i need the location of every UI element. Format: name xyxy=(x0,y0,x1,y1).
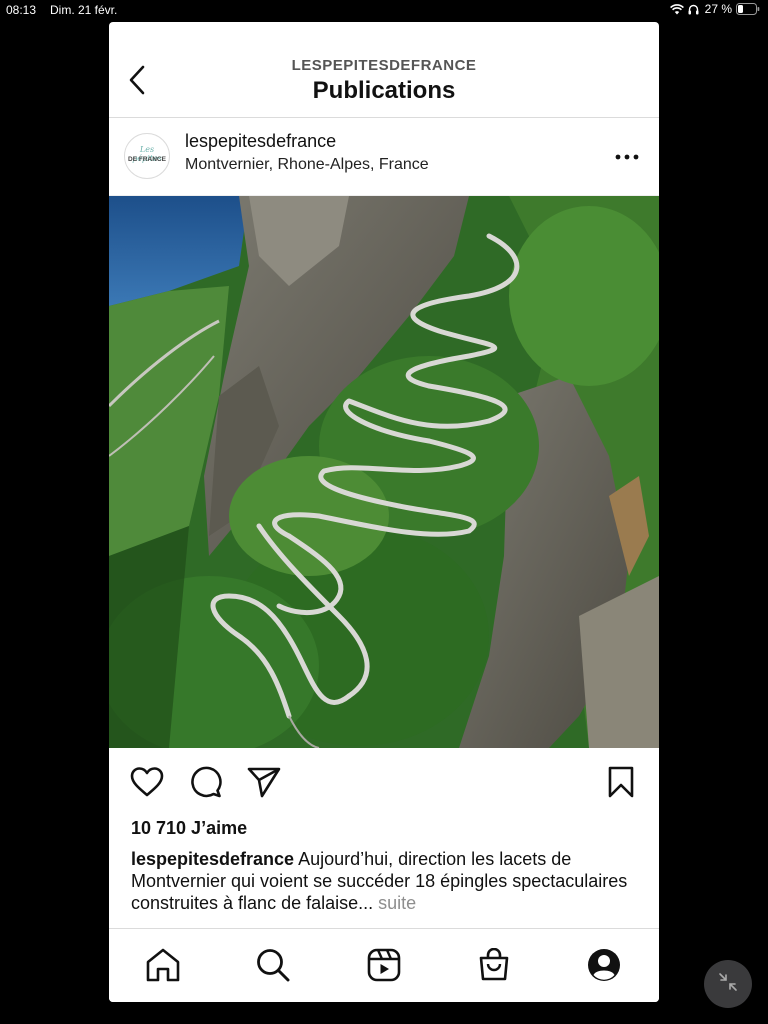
collapse-icon xyxy=(717,971,739,998)
status-time: 08:13 xyxy=(6,3,37,17)
battery-percent: 27 % xyxy=(704,2,732,16)
page-title: Publications xyxy=(312,77,456,104)
nav-home[interactable] xyxy=(143,947,183,987)
home-icon xyxy=(145,948,181,987)
bottom-navigation xyxy=(109,928,659,1002)
caption-more-link[interactable]: suite xyxy=(373,893,416,913)
reels-icon xyxy=(367,948,401,987)
status-bar: 08:13 Dim. 21 févr. 27 % xyxy=(0,0,768,20)
shop-icon xyxy=(478,947,510,987)
comment-button[interactable] xyxy=(188,766,224,802)
avatar-logo-subtext: DE FRANCE xyxy=(128,156,166,163)
caption-username[interactable]: lespepitesdefrance xyxy=(131,849,294,869)
like-button[interactable] xyxy=(129,766,165,802)
nav-shop[interactable] xyxy=(474,947,514,987)
headphones-icon xyxy=(688,4,699,15)
profile-icon xyxy=(587,948,621,987)
heart-icon xyxy=(130,766,164,802)
save-button[interactable] xyxy=(603,766,639,802)
wifi-icon xyxy=(669,3,684,15)
nav-reels[interactable] xyxy=(364,947,404,987)
post-header: Les pépites DE FRANCE lespepitesdefrance… xyxy=(109,118,659,196)
share-button[interactable] xyxy=(246,766,282,802)
avatar[interactable]: Les pépites DE FRANCE xyxy=(124,133,170,179)
comment-icon xyxy=(190,766,222,803)
nav-profile[interactable] xyxy=(584,947,624,987)
header-account-name: LESPEPITESDEFRANCE xyxy=(291,57,477,74)
send-icon xyxy=(247,766,281,803)
post-username[interactable]: lespepitesdefrance xyxy=(185,131,336,152)
search-icon xyxy=(256,948,290,987)
post-photo[interactable] xyxy=(109,196,659,748)
battery-icon xyxy=(736,3,760,15)
mountain-road-photo xyxy=(109,196,659,748)
bookmark-icon xyxy=(608,766,634,803)
collapse-button[interactable] xyxy=(704,960,752,1008)
status-indicators: 27 % xyxy=(669,2,760,16)
more-horizontal-icon xyxy=(615,147,639,165)
post-location[interactable]: Montvernier, Rhone-Alpes, France xyxy=(185,156,429,174)
nav-search[interactable] xyxy=(253,947,293,987)
post-actions xyxy=(109,748,659,818)
post-caption: lespepitesdefrance Aujourd’hui, directio… xyxy=(131,848,641,914)
more-options-button[interactable] xyxy=(615,144,639,168)
status-date: Dim. 21 févr. xyxy=(50,3,118,17)
app-window: LESPEPITESDEFRANCE Publications Les pépi… xyxy=(109,22,659,1002)
likes-count[interactable]: 10 710 J’aime xyxy=(131,818,247,839)
page-header: LESPEPITESDEFRANCE Publications xyxy=(109,22,659,118)
